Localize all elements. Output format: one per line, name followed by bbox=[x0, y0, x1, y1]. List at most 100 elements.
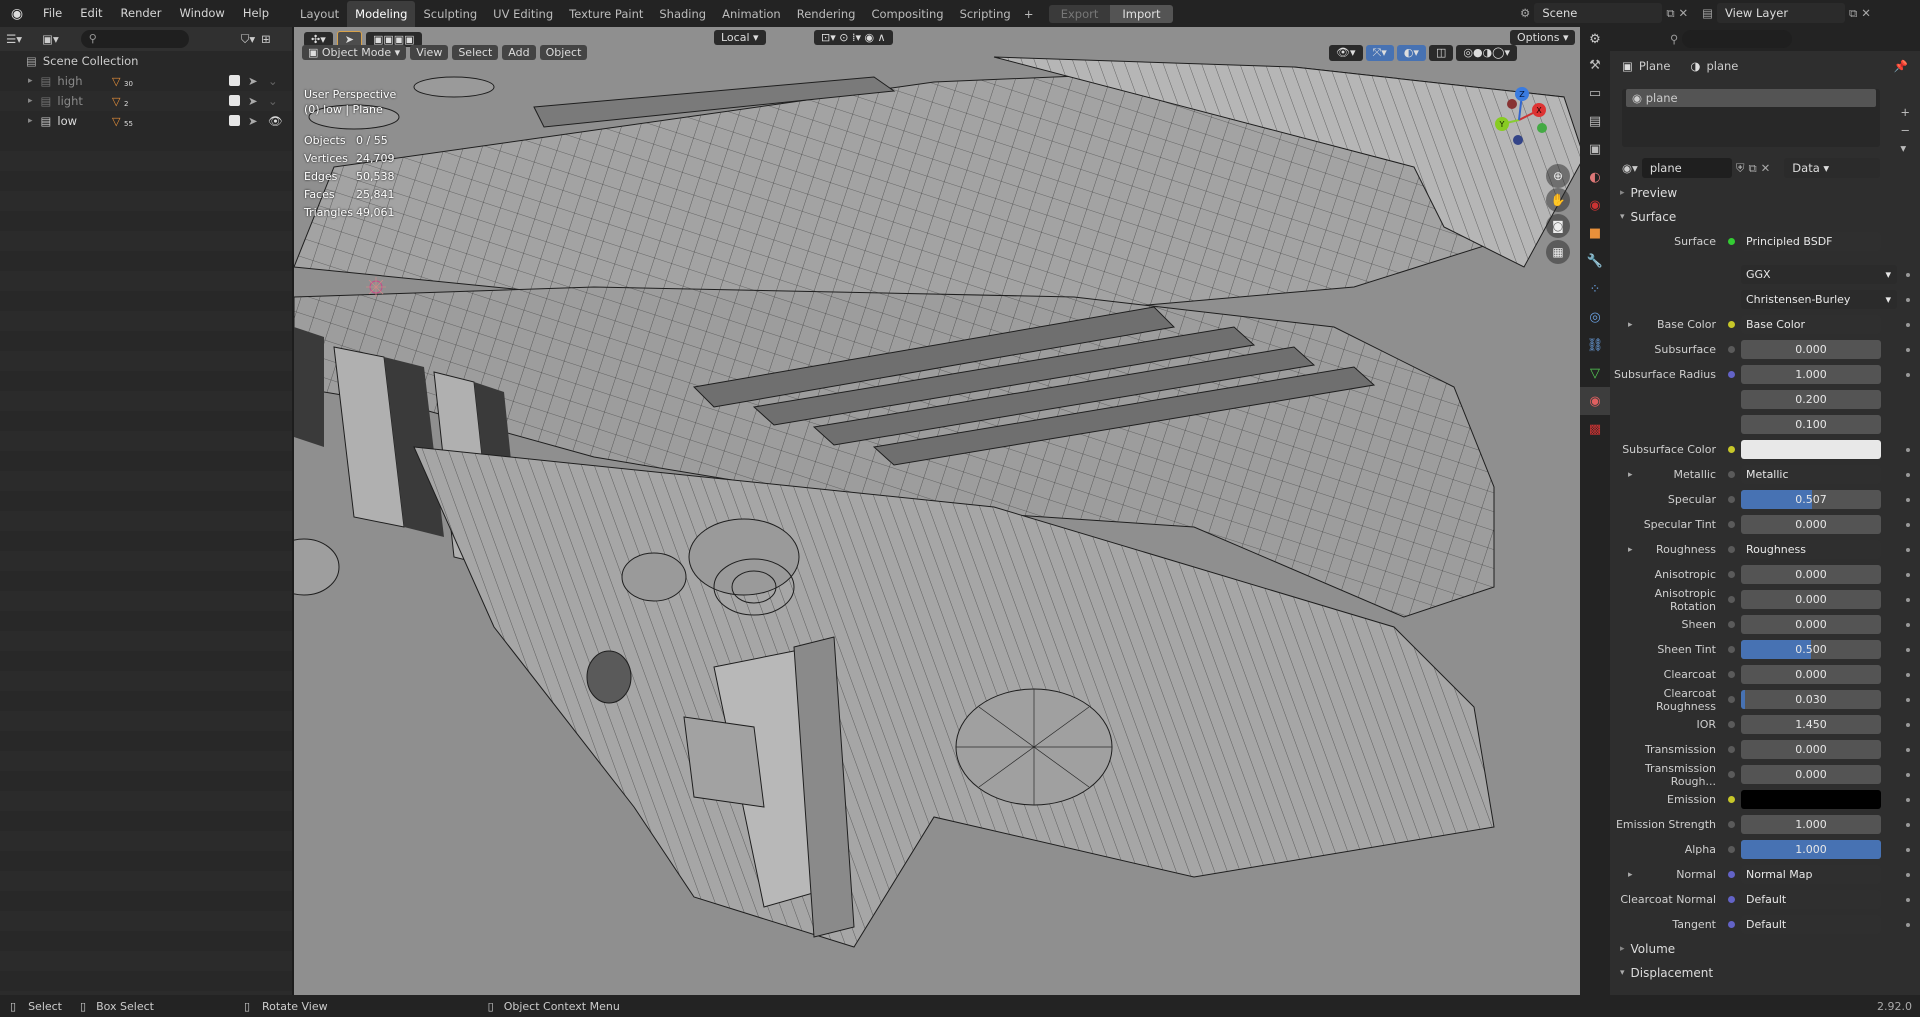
keyframe-dot-icon[interactable] bbox=[1906, 347, 1910, 352]
keyframe-dot-icon[interactable] bbox=[1906, 547, 1910, 552]
object-tab-icon[interactable]: ■ bbox=[1580, 219, 1610, 247]
pan-hand-icon[interactable]: ✋ bbox=[1546, 188, 1570, 212]
keyframe-dot-icon[interactable] bbox=[1906, 672, 1910, 677]
expand-arrow-icon[interactable]: ▸ bbox=[1628, 545, 1633, 555]
options-dropdown[interactable]: Options ▾ bbox=[1510, 30, 1576, 45]
mesh-render[interactable] bbox=[294, 27, 1580, 995]
keyframe-dot-icon[interactable] bbox=[1906, 572, 1910, 577]
collection-row-light[interactable]: ▸ ▤ light ▽ 2 ➤ ⌄ bbox=[0, 91, 292, 111]
expand-arrow-icon[interactable]: ▸ bbox=[1628, 470, 1633, 480]
3d-viewport[interactable]: ✣▾ ➤ ▣▣▣▣ Local ▾ ⊡▾ ⊙ ⁞▾ ◉ ∧ Options ▾ … bbox=[294, 27, 1580, 995]
viewport-menu-select[interactable]: Select bbox=[452, 45, 499, 60]
prop-value-emission[interactable] bbox=[1741, 790, 1881, 809]
selectable-arrow-icon[interactable]: ➤ bbox=[248, 114, 258, 128]
prop-value-anisotropic[interactable]: 0.000 bbox=[1741, 565, 1881, 584]
filter-icon[interactable]: ⛉▾ bbox=[241, 32, 255, 47]
expand-arrow-icon[interactable]: ▸ bbox=[1628, 870, 1633, 880]
display-mode-icon[interactable]: ▣▾ bbox=[42, 32, 59, 46]
socket-icon[interactable] bbox=[1728, 821, 1735, 828]
socket-icon[interactable] bbox=[1728, 471, 1735, 478]
keyframe-dot-icon[interactable] bbox=[1906, 447, 1910, 452]
object-mode-select[interactable]: ▣ Object Mode ▾ bbox=[302, 45, 407, 60]
workspace-tab-rendering[interactable]: Rendering bbox=[789, 1, 864, 27]
socket-icon[interactable] bbox=[1728, 896, 1735, 903]
socket-icon[interactable] bbox=[1728, 671, 1735, 678]
displacement-panel-header[interactable]: ▾ Displacement bbox=[1610, 961, 1920, 985]
keyframe-dot-icon[interactable] bbox=[1906, 372, 1910, 377]
keyframe-dot-icon[interactable] bbox=[1906, 872, 1910, 877]
keyframe-dot-icon[interactable] bbox=[1906, 697, 1910, 702]
unlink-material-icon[interactable]: ✕ bbox=[1761, 161, 1771, 175]
socket-icon[interactable] bbox=[1728, 446, 1735, 453]
menu-render[interactable]: Render bbox=[112, 0, 171, 27]
visibility-eye-icon[interactable]: ⌄ bbox=[268, 74, 278, 88]
expand-arrow-icon[interactable]: ▸ bbox=[28, 116, 33, 126]
keyframe-dot-icon[interactable] bbox=[1906, 647, 1910, 652]
remove-slot-button[interactable]: − bbox=[1900, 123, 1910, 137]
prop-value-sheen-tint[interactable]: 0.500 bbox=[1741, 640, 1881, 659]
slot-menu-button[interactable]: ▾ bbox=[1900, 141, 1910, 155]
socket-icon[interactable] bbox=[1728, 846, 1735, 853]
prop-value-subsurface-radius[interactable]: 1.000 bbox=[1741, 365, 1881, 384]
volume-panel-header[interactable]: ▸ Volume bbox=[1610, 937, 1920, 961]
viewport-menu-add[interactable]: Add bbox=[502, 45, 536, 60]
keyframe-dot-icon[interactable] bbox=[1906, 597, 1910, 602]
workspace-tab-sculpting[interactable]: Sculpting bbox=[415, 1, 485, 27]
prop-value-clearcoat-roughness[interactable]: 0.030 bbox=[1741, 690, 1881, 709]
socket-icon[interactable] bbox=[1728, 746, 1735, 753]
menu-help[interactable]: Help bbox=[234, 0, 278, 27]
keyframe-dot-icon[interactable] bbox=[1906, 797, 1910, 802]
socket-icon[interactable] bbox=[1728, 521, 1735, 528]
constraints-tab-icon[interactable]: ⛓ bbox=[1580, 331, 1610, 359]
physics-tab-icon[interactable]: ◎ bbox=[1580, 303, 1610, 331]
subsurface-method-select[interactable]: Christensen-Burley ▾ bbox=[1741, 290, 1897, 309]
exclude-checkbox[interactable] bbox=[229, 115, 240, 126]
keyframe-dot-icon[interactable] bbox=[1906, 822, 1910, 827]
data-tab-icon[interactable]: ▽ bbox=[1580, 359, 1610, 387]
add-workspace-button[interactable]: + bbox=[1019, 7, 1039, 21]
overlay-toggle-icon[interactable]: ◐▾ bbox=[1396, 45, 1426, 61]
import-button[interactable]: Import bbox=[1110, 4, 1173, 23]
socket-icon[interactable] bbox=[1728, 346, 1735, 353]
material-name-field[interactable]: plane bbox=[1641, 158, 1732, 178]
socket-icon[interactable] bbox=[1728, 621, 1735, 628]
prop-value-specular[interactable]: 0.507 bbox=[1741, 490, 1881, 509]
prop-value-anisotropic-rotation[interactable]: 0.000 bbox=[1741, 590, 1881, 609]
keyframe-dot-icon[interactable] bbox=[1906, 472, 1910, 477]
keyframe-dot-icon[interactable] bbox=[1906, 772, 1910, 777]
scene-collection-row[interactable]: ▤ Scene Collection bbox=[0, 51, 292, 71]
prop-value-transmission-rough-[interactable]: 0.000 bbox=[1741, 765, 1881, 784]
socket-icon[interactable] bbox=[1728, 371, 1735, 378]
expand-arrow-icon[interactable]: ▸ bbox=[28, 96, 33, 106]
copy-layer-icon[interactable]: ⧉ bbox=[1849, 6, 1857, 21]
material-tab-icon[interactable]: ◉ bbox=[1580, 387, 1610, 415]
texture-tab-icon[interactable]: ▩ bbox=[1580, 415, 1610, 443]
properties-search-input[interactable] bbox=[1682, 30, 1793, 48]
prop-value-alpha[interactable]: 1.000 bbox=[1741, 840, 1881, 859]
socket-icon[interactable] bbox=[1728, 696, 1735, 703]
keyframe-dot-icon[interactable] bbox=[1906, 322, 1910, 327]
socket-icon[interactable] bbox=[1728, 546, 1735, 553]
prop-value-subsurface-radius-4[interactable]: 0.100 bbox=[1741, 415, 1881, 434]
collection-row-low[interactable]: ▸ ▤ low ▽ 55 ➤ 👁 bbox=[0, 111, 292, 131]
socket-icon[interactable] bbox=[1728, 796, 1735, 803]
camera-view-icon[interactable]: ◙ bbox=[1546, 214, 1570, 238]
view-layer-tab-icon[interactable]: ▣ bbox=[1580, 135, 1610, 163]
prop-value-subsurface-radius-3[interactable]: 0.200 bbox=[1741, 390, 1881, 409]
keyframe-dot-icon[interactable] bbox=[1906, 747, 1910, 752]
blender-logo-icon[interactable]: ◉ bbox=[0, 0, 34, 27]
material-slot-list[interactable]: ◉ plane bbox=[1622, 89, 1880, 147]
visibility-eye-icon[interactable]: 👁 bbox=[268, 114, 283, 128]
surface-shader-field[interactable]: Principled BSDF bbox=[1741, 232, 1881, 251]
surface-panel-header[interactable]: ▾ Surface bbox=[1610, 205, 1920, 229]
workspace-tab-modeling[interactable]: Modeling bbox=[347, 0, 416, 27]
export-button[interactable]: Export bbox=[1048, 4, 1111, 23]
menu-window[interactable]: Window bbox=[170, 0, 233, 27]
keyframe-dot-icon[interactable] bbox=[1906, 922, 1910, 927]
keyframe-dot-icon[interactable] bbox=[1906, 497, 1910, 502]
menu-edit[interactable]: Edit bbox=[71, 0, 111, 27]
light-object-icon[interactable] bbox=[366, 277, 386, 297]
particles-tab-icon[interactable]: ⁘ bbox=[1580, 275, 1610, 303]
collection-row-high[interactable]: ▸ ▤ high ▽ 30 ➤ ⌄ bbox=[0, 71, 292, 91]
outliner-search-input[interactable]: ⚲ bbox=[80, 30, 189, 48]
